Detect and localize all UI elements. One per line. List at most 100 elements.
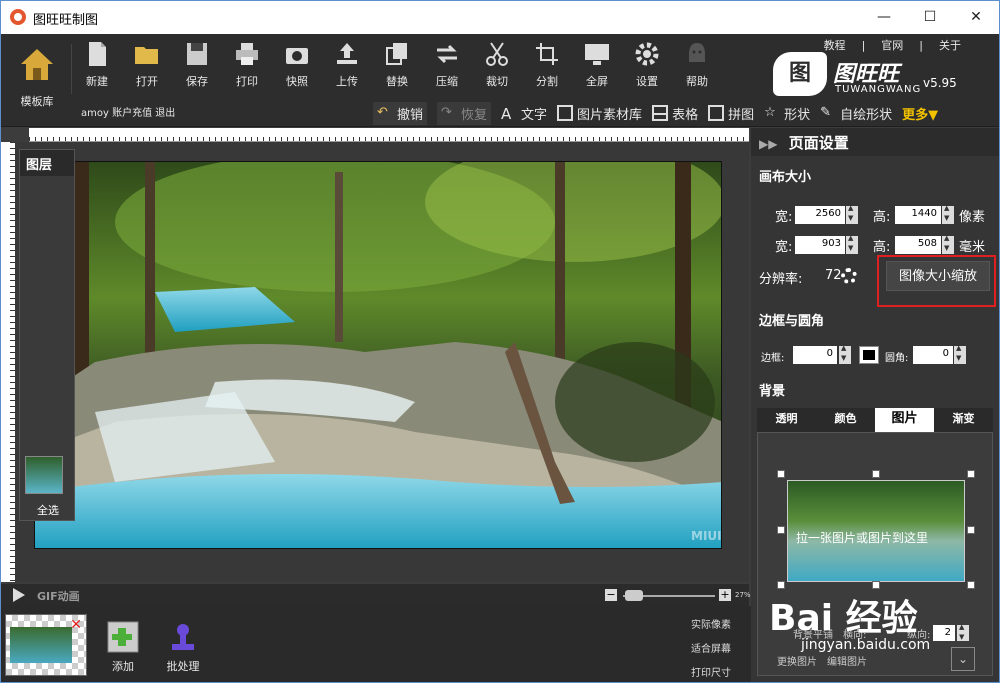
tool-shape[interactable]: ☆ 形状 — [764, 104, 810, 123]
height-px-stepper[interactable] — [942, 204, 954, 224]
printer-icon — [236, 43, 258, 65]
width-px-input[interactable]: 2560 — [795, 206, 845, 224]
baidu-watermark: Bai 经验 — [769, 598, 918, 639]
cut-label: 裁切 — [486, 75, 508, 88]
zoom-out-button[interactable]: − — [605, 589, 617, 601]
background-heading: 背景 — [759, 384, 786, 399]
version-label: v5.95 — [923, 76, 957, 90]
close-button[interactable]: ✕ — [953, 1, 999, 33]
split-button[interactable]: 分割 — [523, 40, 571, 89]
layers-panel: 图层 全选 — [19, 149, 75, 521]
add-frame-button[interactable]: 添加 — [101, 620, 145, 674]
border-width-stepper[interactable] — [839, 344, 851, 364]
vertical-tile-stepper[interactable] — [957, 623, 969, 641]
resize-handle[interactable] — [777, 526, 785, 534]
batch-label: 批处理 — [166, 660, 200, 673]
image-watermark: MIUI — [691, 529, 722, 543]
edit-image-button[interactable]: 编辑图片 — [827, 653, 867, 668]
replace-image-button[interactable]: 更换图片 — [777, 653, 817, 668]
tool-text-label: 文字 — [521, 107, 548, 123]
tool-image-library[interactable]: 图片素材库 — [557, 104, 642, 123]
fit-screen-button[interactable]: 适合屏幕 — [673, 640, 749, 655]
open-button[interactable]: 打开 — [123, 40, 171, 89]
tool-freeform-shape[interactable]: ✎ 自绘形状 — [820, 104, 892, 123]
background-preview[interactable]: 拉一张图片或图片到这里 — [787, 480, 965, 582]
expand-icon[interactable]: ⌄ — [951, 647, 975, 671]
help-button[interactable]: 帮助 — [673, 40, 721, 89]
actual-pixels-button[interactable]: 实际像素 — [673, 616, 749, 631]
radius-input[interactable]: 0 — [913, 346, 953, 364]
logout-link[interactable]: 退出 — [155, 108, 175, 119]
panel-collapse-icon[interactable]: ▶▶ — [759, 137, 777, 151]
cut-button[interactable]: 裁切 — [473, 40, 521, 89]
new-file-icon — [89, 42, 106, 66]
mm-unit: 毫米 — [959, 240, 986, 255]
vertical-tile-input[interactable]: 2 — [933, 625, 955, 641]
resize-handle[interactable] — [872, 581, 880, 589]
resize-handle[interactable] — [967, 526, 975, 534]
width-px-stepper[interactable] — [846, 204, 858, 224]
batch-process-button[interactable]: 批处理 — [161, 620, 205, 674]
toolbar-divider — [71, 44, 72, 94]
height-mm-stepper[interactable] — [942, 234, 954, 254]
upload-button[interactable]: 上传 — [323, 40, 371, 89]
layer-thumbnail[interactable] — [25, 456, 63, 494]
canvas-image[interactable] — [34, 161, 722, 549]
camera-icon — [286, 48, 308, 64]
select-all-button[interactable]: 全选 — [20, 502, 76, 518]
tab-gradient[interactable]: 渐变 — [934, 408, 993, 432]
tool-text[interactable]: A 文字 — [501, 104, 547, 123]
pixel-unit: 像素 — [959, 210, 986, 225]
compress-button[interactable]: 压缩 — [423, 40, 471, 89]
text-icon: A — [501, 105, 512, 123]
tool-collage[interactable]: 拼图 — [708, 104, 754, 123]
delete-frame-icon[interactable]: ✕ — [70, 617, 82, 633]
layers-title: 图层 — [20, 150, 74, 176]
settings-button[interactable]: 设置 — [623, 40, 671, 89]
tab-transparent[interactable]: 透明 — [757, 408, 816, 432]
stamp-icon — [172, 624, 194, 650]
border-color-swatch[interactable] — [859, 346, 879, 364]
redo-button[interactable]: ↷ 恢复 — [437, 101, 492, 125]
new-button[interactable]: 新建 — [73, 40, 121, 89]
maximize-button[interactable]: ☐ — [907, 1, 953, 33]
save-button[interactable]: 保存 — [173, 40, 221, 89]
zoom-in-button[interactable]: + — [719, 589, 731, 601]
template-library-label: 模板库 — [20, 95, 54, 108]
border-width-input[interactable]: 0 — [793, 346, 837, 364]
collage-icon — [708, 105, 725, 121]
minimize-button[interactable]: — — [861, 1, 907, 33]
width-mm-stepper[interactable] — [846, 234, 858, 254]
undo-icon: ↶ — [377, 105, 388, 120]
monitor-icon — [585, 44, 609, 65]
tool-table[interactable]: 表格 — [652, 104, 698, 123]
table-icon — [652, 105, 669, 121]
resize-handle[interactable] — [777, 581, 785, 589]
play-icon[interactable] — [13, 588, 25, 602]
frame-thumbnail[interactable]: ✕ — [5, 614, 87, 676]
height-px-input[interactable]: 1440 — [895, 206, 941, 224]
radius-stepper[interactable] — [954, 344, 966, 364]
more-tools-button[interactable]: 更多▼ — [902, 104, 938, 123]
zoom-slider-handle[interactable] — [625, 590, 643, 601]
print-button[interactable]: 打印 — [223, 40, 271, 89]
pen-icon: ✎ — [820, 105, 832, 120]
snapshot-button[interactable]: 快照 — [273, 40, 321, 89]
resize-handle[interactable] — [967, 581, 975, 589]
undo-button[interactable]: ↶ 撤销 — [373, 101, 428, 125]
recharge-link[interactable]: 账户充值 — [112, 108, 152, 119]
resize-handle[interactable] — [872, 470, 880, 478]
resize-handle[interactable] — [777, 470, 785, 478]
fullscreen-button[interactable]: 全屏 — [573, 40, 621, 89]
resize-handle[interactable] — [967, 470, 975, 478]
replace-button[interactable]: 替换 — [373, 40, 421, 89]
print-size-button[interactable]: 打印尺寸 — [673, 664, 749, 679]
width-mm-input[interactable]: 903 — [795, 236, 845, 254]
gif-label[interactable]: GIF动画 — [37, 588, 80, 604]
tab-image[interactable]: 图片 — [875, 408, 934, 432]
compress-label: 压缩 — [436, 75, 458, 88]
resolution-settings-icon[interactable] — [841, 268, 857, 284]
template-library-button[interactable]: 模板库 — [13, 44, 61, 109]
tab-color[interactable]: 颜色 — [816, 408, 875, 432]
height-mm-input[interactable]: 508 — [895, 236, 941, 254]
